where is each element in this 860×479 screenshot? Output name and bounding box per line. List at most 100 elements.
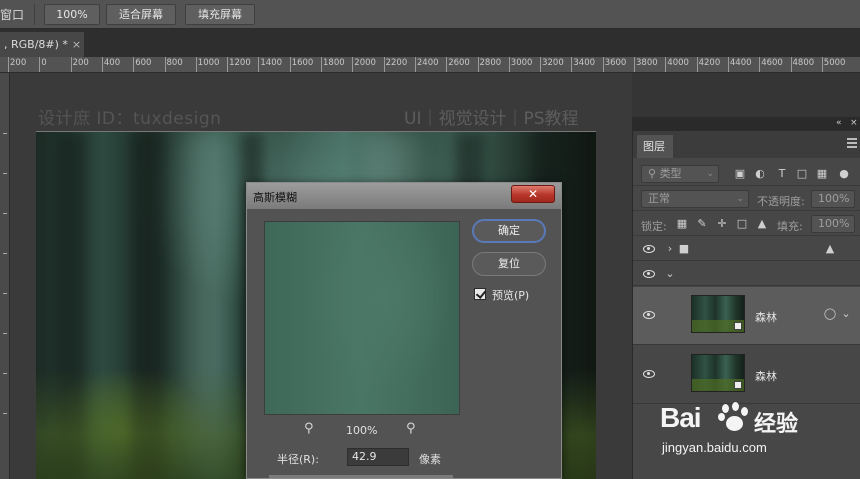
pixel-filter-icon[interactable]: ▣ [733, 167, 747, 181]
layer-group-row[interactable]: › ■ ▲ [633, 237, 860, 261]
visibility-eye-icon[interactable] [643, 311, 655, 319]
ruler-label: 2600 [448, 58, 470, 68]
blend-mode-dropdown[interactable]: 正常 ⌄ [641, 190, 749, 208]
visibility-eye-icon[interactable] [643, 245, 655, 253]
radius-input[interactable]: 42.9 [347, 448, 409, 466]
lock-icon: ▲ [825, 242, 835, 255]
shape-filter-icon[interactable]: □ [795, 167, 809, 181]
ok-button[interactable]: 确定 [472, 219, 546, 243]
ruler-tick [227, 57, 229, 72]
zoom-100-button[interactable]: 100% [44, 4, 100, 25]
adjustment-filter-icon[interactable]: ◐ [753, 167, 767, 181]
ruler-label: 1800 [323, 58, 345, 68]
window-menu-label[interactable]: 窗口 [0, 6, 24, 23]
fill-input[interactable]: 100% [811, 215, 855, 233]
horizontal-ruler[interactable]: 200 0 200 400 600 800 1000 1200 1400 1600 1800 2000… [0, 57, 860, 73]
baidu-logo-cn: 经验 [754, 412, 799, 437]
layer-name[interactable]: 森林 [755, 368, 777, 384]
chevron-down-icon[interactable]: ⌄ [839, 307, 853, 321]
ruler-tick [414, 57, 416, 72]
filter-kind-dropdown[interactable]: ⚲ 类型 ⌄ [641, 165, 719, 183]
chevron-right-icon[interactable]: › [663, 242, 677, 256]
baidu-jingyan-watermark: Bai 经验 jingyan.baidu.com [660, 402, 860, 462]
panel-menu-icon[interactable] [847, 138, 857, 148]
zoom-out-icon[interactable]: ⚲ [304, 421, 314, 436]
lock-all-icon[interactable]: ▲ [755, 217, 769, 231]
gaussian-blur-dialog: 高斯模糊 ✕ ⚲ 100% ⚲ 半径(R): 42.9 像素 确定 复位 预览(… [246, 182, 562, 479]
ruler-label: 200 [10, 58, 27, 68]
tab-layers[interactable]: 图层 [637, 135, 673, 158]
ruler-tick [8, 57, 9, 72]
smart-object-filter-icon[interactable]: ▦ [815, 167, 829, 181]
ruler-tick [446, 57, 448, 72]
smart-object-icon [734, 381, 742, 389]
dialog-titlebar[interactable]: 高斯模糊 ✕ [247, 183, 561, 209]
ruler-tick [540, 57, 542, 72]
layer-group-row[interactable]: ⌄ [633, 262, 860, 286]
ruler-tick [602, 57, 604, 72]
ruler-label: 3200 [542, 58, 564, 68]
lock-position-icon[interactable]: ✛ [715, 217, 729, 231]
layer-name[interactable]: 森林 [755, 309, 777, 325]
ruler-tick [477, 57, 479, 72]
ruler-label: 4200 [698, 58, 721, 68]
visibility-eye-icon[interactable] [643, 370, 655, 378]
lock-pixels-icon[interactable]: ✎ [695, 217, 709, 231]
ruler-tick [321, 57, 322, 72]
dialog-title: 高斯模糊 [253, 191, 297, 204]
preview-zoom-row: ⚲ 100% ⚲ [264, 421, 460, 439]
lock-artboard-icon[interactable]: □ [735, 217, 749, 231]
type-filter-icon[interactable]: T [775, 167, 789, 181]
ruler-label: 200 [72, 58, 89, 68]
ruler-tick [727, 57, 729, 72]
ruler-tick [759, 57, 761, 72]
ruler-label: 3000 [510, 58, 533, 68]
ruler-label: 5000 [823, 58, 846, 68]
visibility-eye-icon[interactable] [643, 270, 655, 278]
layer-row[interactable]: 森林 ◯ ⌄ [633, 287, 860, 345]
panel-close-icon[interactable]: × [850, 118, 858, 128]
layer-row[interactable]: 森林 [633, 346, 860, 404]
ruler-tick [571, 57, 573, 72]
fit-screen-button[interactable]: 适合屏幕 [106, 4, 176, 25]
zoom-in-icon[interactable]: ⚲ [406, 421, 416, 436]
opacity-input[interactable]: 100% [811, 190, 855, 208]
canvas-watermark-right: UI｜视觉设计｜PS教程 [404, 109, 579, 129]
smart-object-icon [734, 322, 742, 330]
document-tab-bar: , RGB/8#) * × [0, 29, 860, 57]
ruler-tick [508, 57, 510, 72]
layers-panel-tabbar: 图层 [633, 131, 860, 158]
ruler-label: 400 [103, 58, 121, 68]
canvas-watermark-left: 设计庶 ID：tuxdesign [38, 109, 222, 129]
preview-checkbox[interactable] [474, 288, 486, 300]
blur-preview[interactable] [264, 221, 460, 415]
opacity-label: 不透明度: [757, 195, 805, 208]
ruler-label: 4600 [761, 58, 783, 68]
ruler-tick [133, 57, 135, 72]
close-icon[interactable]: × [72, 38, 81, 51]
ruler-label: 1400 [260, 58, 283, 68]
ruler-tick [790, 57, 792, 72]
lock-transparency-icon[interactable]: ▦ [675, 217, 689, 231]
ruler-label: 2400 [416, 58, 439, 68]
radius-slider[interactable] [269, 475, 453, 478]
chevron-down-icon[interactable]: ⌄ [663, 267, 677, 281]
filter-toggle-icon[interactable]: ● [837, 167, 851, 181]
vertical-ruler[interactable] [0, 73, 10, 479]
ruler-label: 0 [41, 58, 47, 68]
layer-thumbnail [691, 354, 745, 392]
chevron-down-icon: ⌄ [736, 194, 744, 204]
reset-button[interactable]: 复位 [472, 252, 546, 276]
toolbar-divider [34, 4, 35, 25]
collapse-icon[interactable]: « [836, 118, 842, 128]
document-tab[interactable]: , RGB/8#) * × [0, 32, 84, 57]
blend-row: 正常 ⌄ 不透明度: 100% [633, 187, 860, 211]
ruler-label: 4800 [792, 58, 815, 68]
ruler-label: 3600 [604, 58, 627, 68]
chevron-down-icon: ⌄ [706, 169, 714, 179]
filter-kind-label: 类型 [659, 167, 682, 180]
fill-screen-button[interactable]: 填充屏幕 [185, 4, 255, 25]
dialog-close-button[interactable]: ✕ [511, 185, 555, 203]
ruler-label: 4400 [729, 58, 752, 68]
radius-label: 半径(R): [277, 453, 319, 466]
